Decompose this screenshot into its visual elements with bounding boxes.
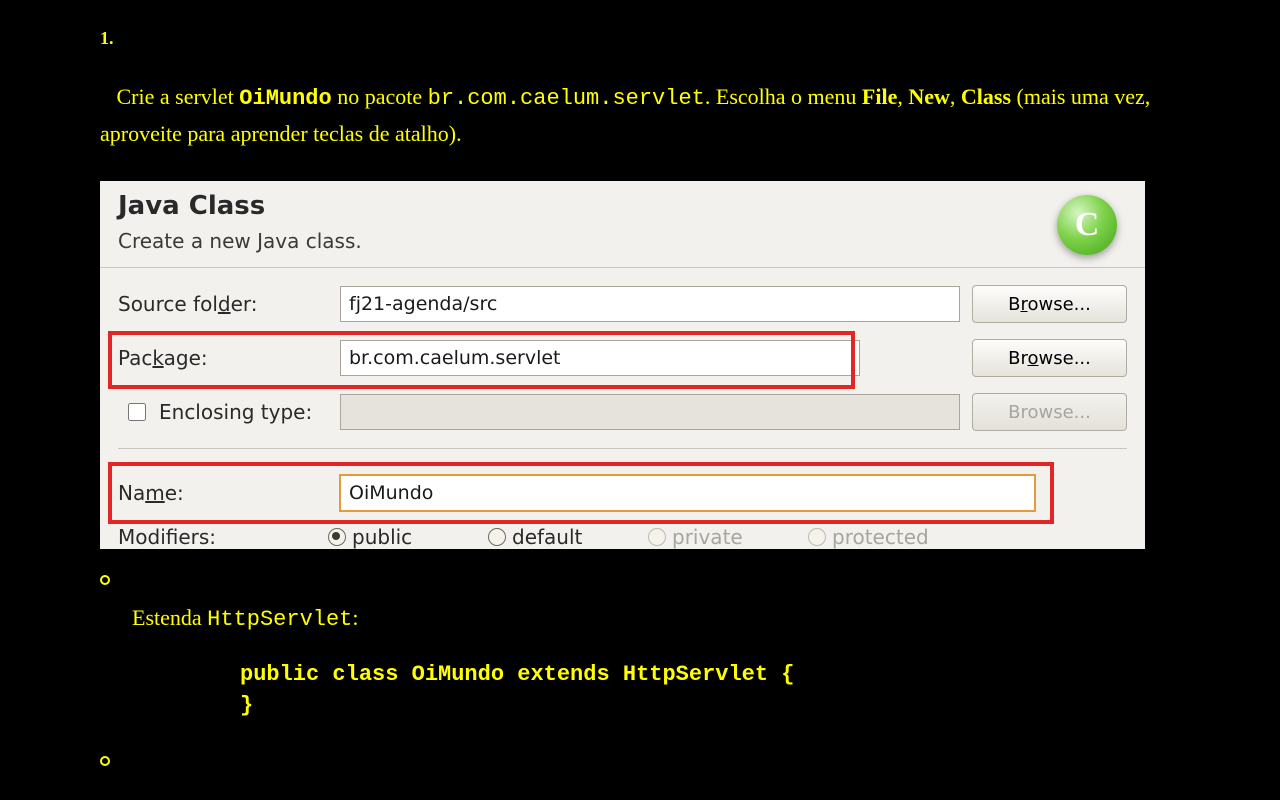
- separator: [118, 448, 1127, 449]
- enclosing-type-label: Enclosing type:: [159, 400, 312, 424]
- sub-instruction: Estenda HttpServlet:: [132, 605, 1200, 632]
- name-label: Name:: [118, 481, 328, 505]
- new-java-class-dialog: Java Class Create a new Java class. C So…: [100, 181, 1145, 549]
- sub-bullet-2: [100, 756, 110, 766]
- package-input[interactable]: [340, 340, 860, 376]
- modifiers-row: Modifiers: public default private protec…: [118, 525, 1127, 549]
- code-snippet: public class OiMundo extends HttpServlet…: [240, 660, 1200, 722]
- modifier-protected-radio: protected: [808, 525, 968, 549]
- dialog-subtitle: Create a new Java class.: [118, 229, 1127, 253]
- package-label: Package:: [118, 346, 328, 370]
- modifier-default-radio[interactable]: default: [488, 525, 648, 549]
- java-class-icon: C: [1057, 195, 1117, 255]
- sub-bullet-1: [100, 575, 110, 585]
- modifier-private-radio: private: [648, 525, 808, 549]
- source-folder-input[interactable]: [340, 286, 960, 322]
- browse-source-button[interactable]: Browse...: [972, 285, 1127, 323]
- instruction-text: Crie a servlet OiMundo no pacote br.com.…: [100, 79, 1200, 151]
- source-folder-label: Source folder:: [118, 292, 328, 316]
- step-number: 1.: [100, 28, 1200, 49]
- browse-enclosing-button: Browse...: [972, 393, 1127, 431]
- browse-package-button[interactable]: Browse...: [972, 339, 1127, 377]
- modifiers-label: Modifiers:: [118, 525, 328, 549]
- enclosing-type-checkbox[interactable]: [128, 403, 146, 421]
- enclosing-type-input: [340, 394, 960, 430]
- dialog-title: Java Class: [118, 191, 1127, 221]
- name-input[interactable]: [340, 475, 1035, 511]
- modifier-public-radio[interactable]: public: [328, 525, 488, 549]
